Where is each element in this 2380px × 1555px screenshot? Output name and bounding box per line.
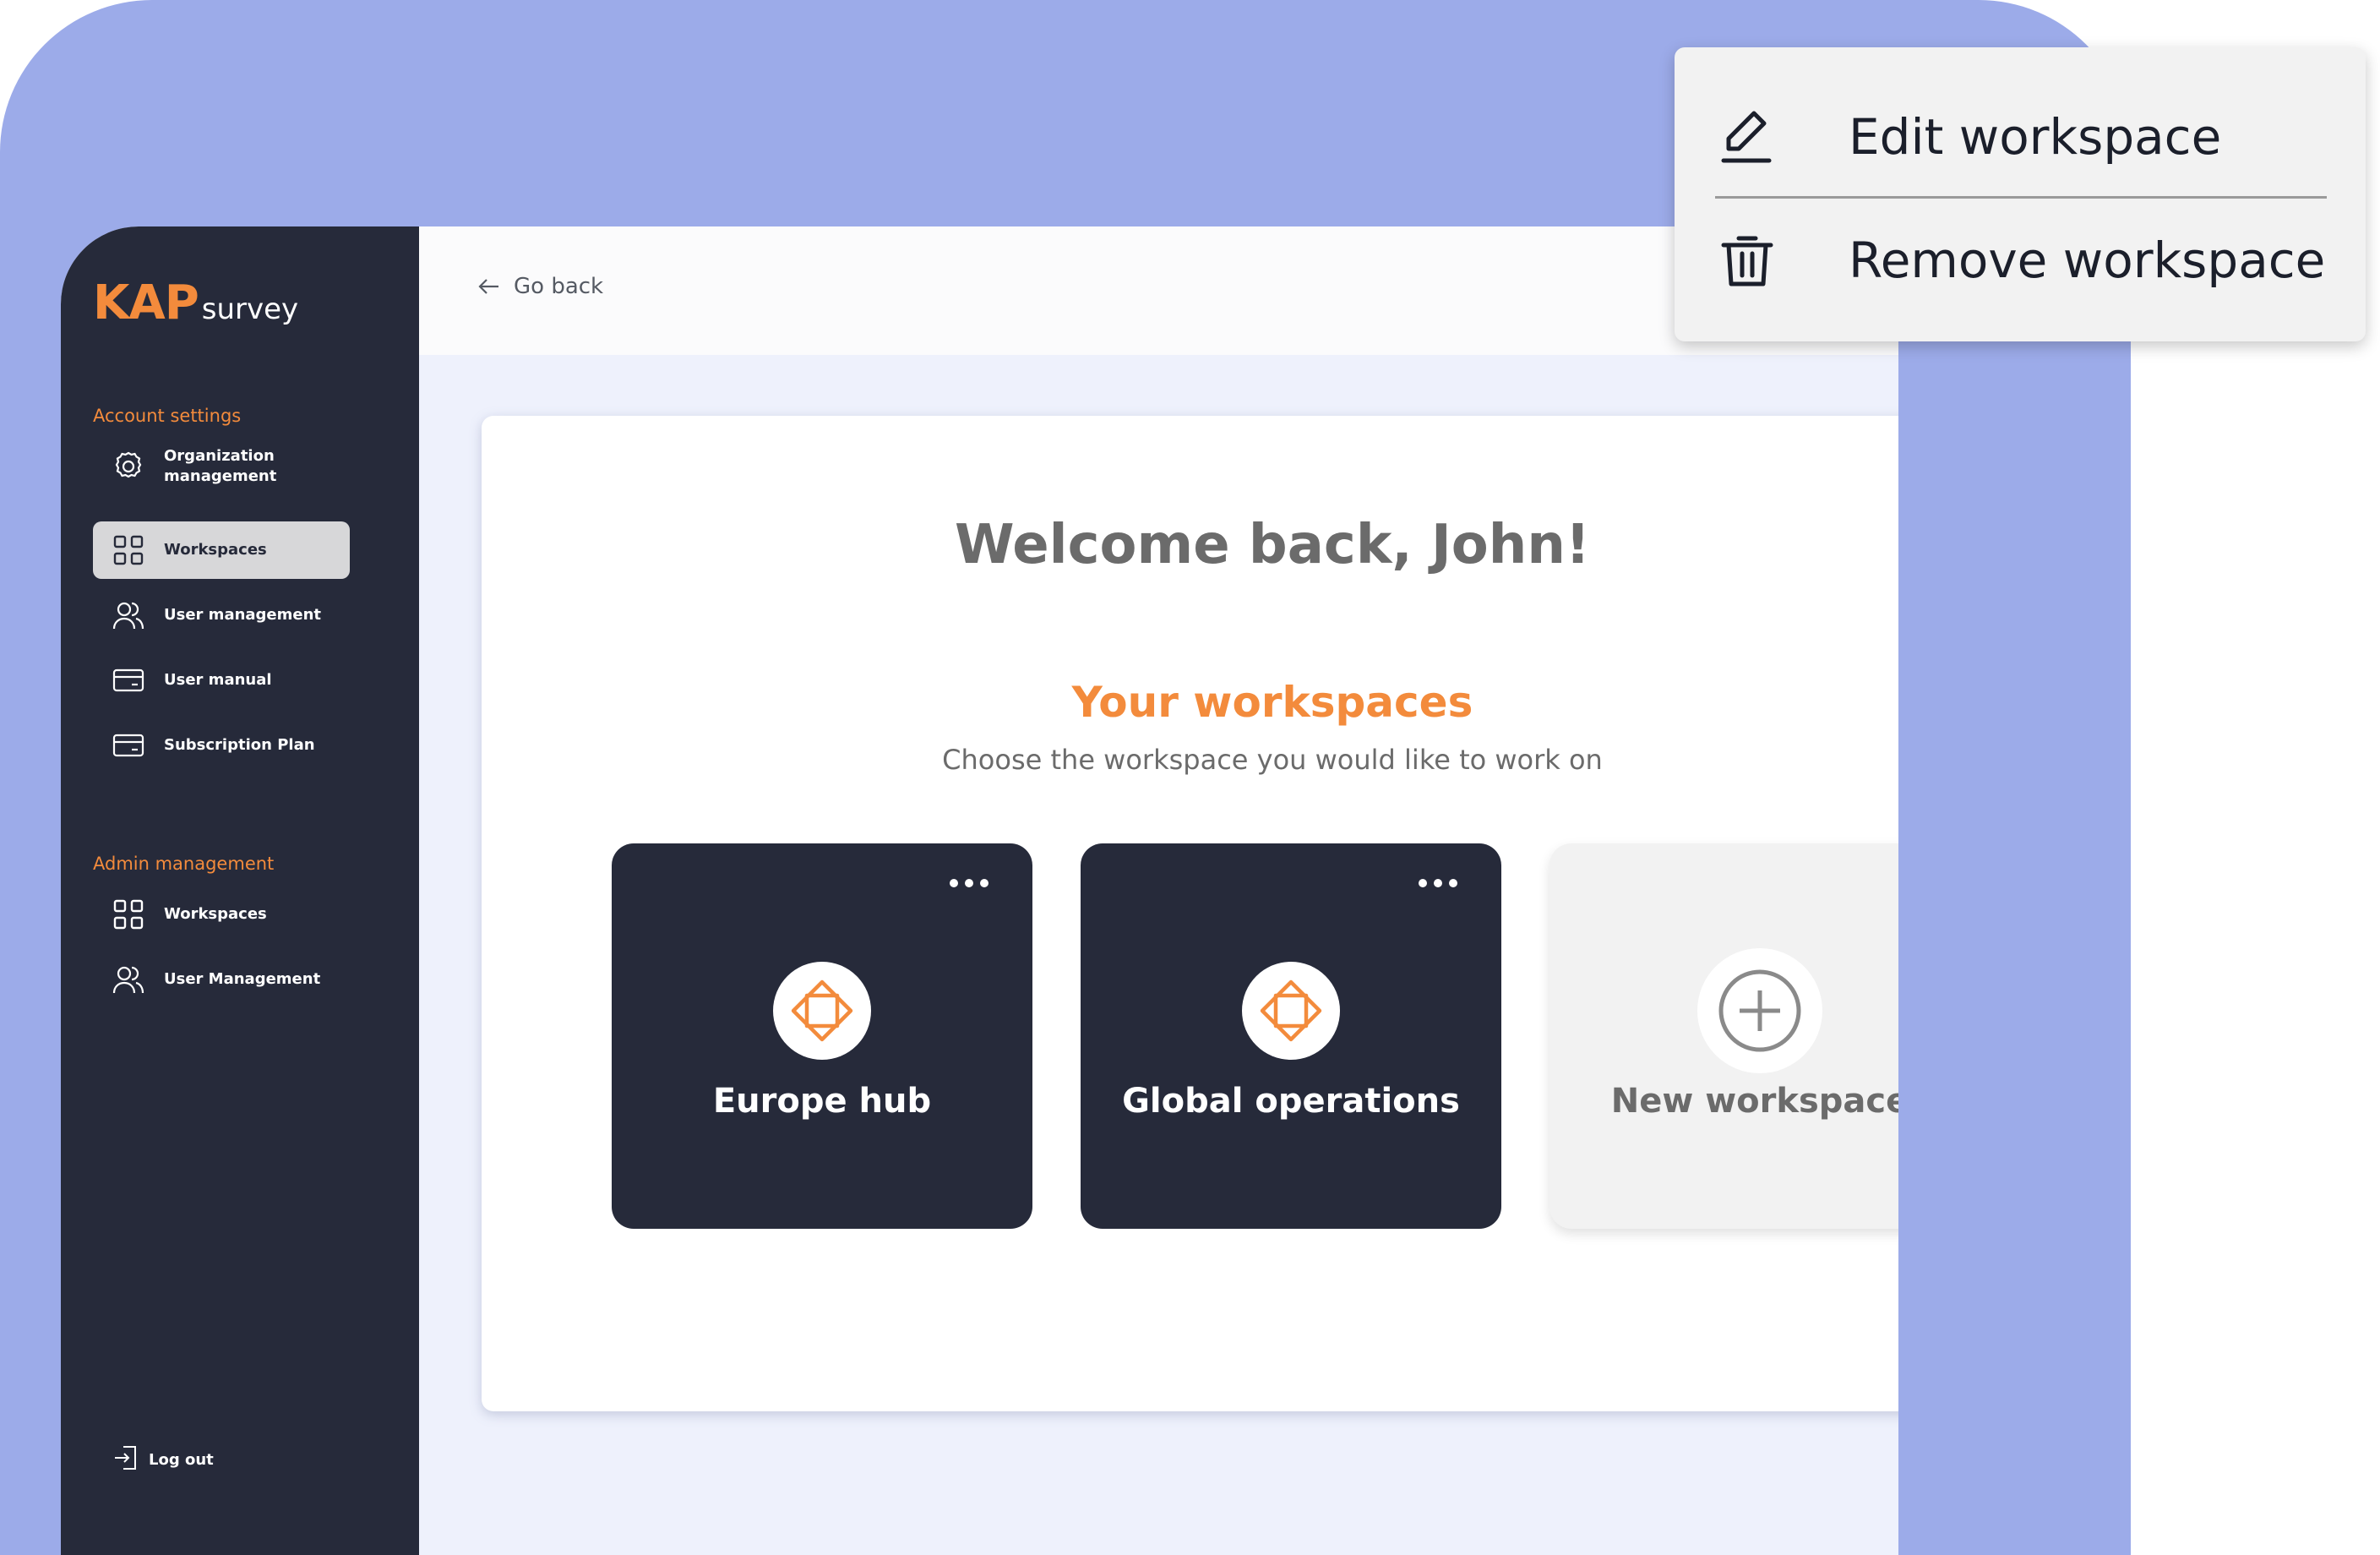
grid-icon bbox=[110, 532, 147, 569]
edit-workspace-menu-item[interactable]: Edit workspace bbox=[1715, 105, 2221, 169]
sidebar-item-label: Workspaces bbox=[164, 541, 267, 559]
workspace-tile-global-operations[interactable]: Global operations bbox=[1081, 843, 1501, 1229]
workspaces-heading: Your workspaces bbox=[1071, 678, 1473, 727]
card-icon bbox=[110, 727, 147, 764]
workspace-emblem-icon bbox=[773, 962, 871, 1060]
plus-circle-icon bbox=[1697, 948, 1822, 1073]
app-window: KAP survey Account settings Organization… bbox=[61, 226, 1898, 1555]
sidebar-item-label: Organization management bbox=[164, 447, 277, 485]
logout-icon bbox=[112, 1443, 140, 1476]
sidebar-item-user-management[interactable]: User management bbox=[93, 587, 350, 644]
sidebar-item-label: Workspaces bbox=[164, 905, 267, 923]
arrow-left-icon bbox=[478, 279, 498, 294]
logout-label: Log out bbox=[149, 1451, 214, 1469]
menu-divider bbox=[1715, 196, 2327, 199]
sidebar-item-label: Subscription Plan bbox=[164, 736, 315, 754]
remove-workspace-menu-item[interactable]: Remove workspace bbox=[1715, 228, 2325, 292]
logout-button[interactable]: Log out bbox=[112, 1443, 214, 1476]
sidebar-item-label: User manual bbox=[164, 671, 272, 689]
sidebar-item-admin-user-management[interactable]: User Management bbox=[93, 951, 350, 1008]
page-title: Welcome back, John! bbox=[954, 514, 1591, 576]
sidebar-item-workspaces[interactable]: Workspaces bbox=[93, 521, 350, 579]
gear-icon bbox=[110, 448, 147, 485]
logo-brand: KAP bbox=[93, 276, 199, 330]
account-settings-title: Account settings bbox=[93, 406, 242, 426]
edit-workspace-label: Edit workspace bbox=[1849, 108, 2222, 166]
pencil-icon bbox=[1715, 105, 1779, 169]
new-workspace-label: New workspace bbox=[1610, 1082, 1898, 1121]
users-icon bbox=[110, 961, 147, 998]
sidebar: KAP survey Account settings Organization… bbox=[61, 226, 419, 1555]
trash-icon bbox=[1715, 228, 1779, 292]
remove-workspace-label: Remove workspace bbox=[1849, 232, 2326, 289]
logo[interactable]: KAP survey bbox=[93, 276, 298, 330]
sidebar-item-admin-workspaces[interactable]: Workspaces bbox=[93, 886, 350, 943]
go-back-label: Go back bbox=[514, 274, 604, 299]
new-workspace-button[interactable]: New workspace bbox=[1549, 843, 1898, 1229]
sidebar-item-label: User Management bbox=[164, 970, 321, 988]
card-icon bbox=[110, 662, 147, 699]
grid-icon bbox=[110, 896, 147, 933]
sidebar-item-label: User management bbox=[164, 606, 322, 624]
workspace-name: Global operations bbox=[1122, 1082, 1460, 1121]
workspace-name: Europe hub bbox=[712, 1082, 932, 1121]
admin-management-title: Admin management bbox=[93, 854, 275, 874]
workspace-emblem-icon bbox=[1242, 962, 1340, 1060]
workspaces-subtitle: Choose the workspace you would like to w… bbox=[942, 744, 1603, 776]
sidebar-item-user-manual[interactable]: User manual bbox=[93, 652, 350, 709]
workspace-context-menu: Edit workspace Remove workspace bbox=[1675, 47, 2366, 341]
workspace-tile-europe-hub[interactable]: Europe hub bbox=[612, 843, 1032, 1229]
sidebar-item-subscription-plan[interactable]: Subscription Plan bbox=[93, 717, 350, 774]
welcome-card: Welcome back, John! Your workspaces Choo… bbox=[482, 416, 1898, 1411]
sidebar-item-organization-management[interactable]: Organization management bbox=[93, 438, 350, 495]
logo-suffix: survey bbox=[201, 292, 299, 326]
users-icon bbox=[110, 597, 147, 634]
more-options-icon[interactable] bbox=[1419, 879, 1457, 887]
more-options-icon[interactable] bbox=[950, 879, 988, 887]
go-back-link[interactable]: Go back bbox=[477, 274, 603, 299]
